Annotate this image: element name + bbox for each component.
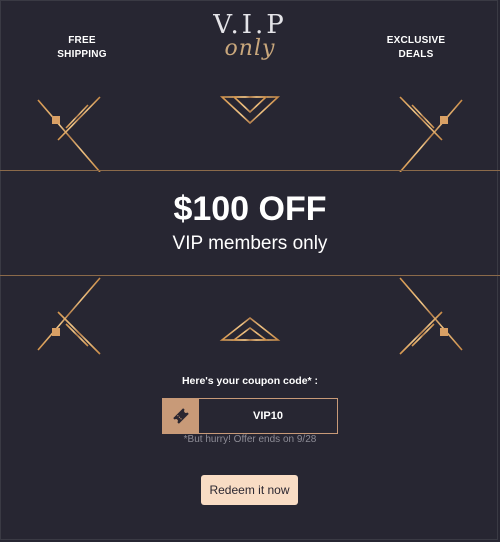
coupon-icon-container — [163, 399, 199, 433]
free-shipping-label: FREE SHIPPING — [32, 34, 132, 62]
logo-only-script: only — [224, 36, 276, 61]
ticket-icon — [173, 408, 189, 424]
art-deco-ornament-top — [37, 95, 463, 172]
redeem-button[interactable]: Redeem it now — [201, 475, 298, 505]
discount-headline: $100 OFF — [173, 190, 327, 228]
coupon-label: Here's your coupon code* : — [181, 375, 319, 387]
vip-only-logo: V.I.P only — [200, 6, 300, 76]
offer-expiry-note: *But hurry! Offer ends on 9/28 — [183, 434, 317, 445]
art-deco-ornament-bottom — [37, 277, 463, 356]
exclusive-deals-line1: EXCLUSIVE — [386, 35, 446, 46]
free-shipping-line1: FREE — [68, 35, 96, 46]
free-shipping-line2: SHIPPING — [57, 49, 107, 60]
discount-subheadline: VIP members only — [172, 233, 328, 254]
coupon-code-box[interactable]: VIP10 — [162, 398, 338, 434]
exclusive-deals-label: EXCLUSIVE DEALS — [366, 34, 466, 62]
exclusive-deals-line2: DEALS — [398, 49, 434, 60]
coupon-code[interactable]: VIP10 — [199, 399, 337, 433]
